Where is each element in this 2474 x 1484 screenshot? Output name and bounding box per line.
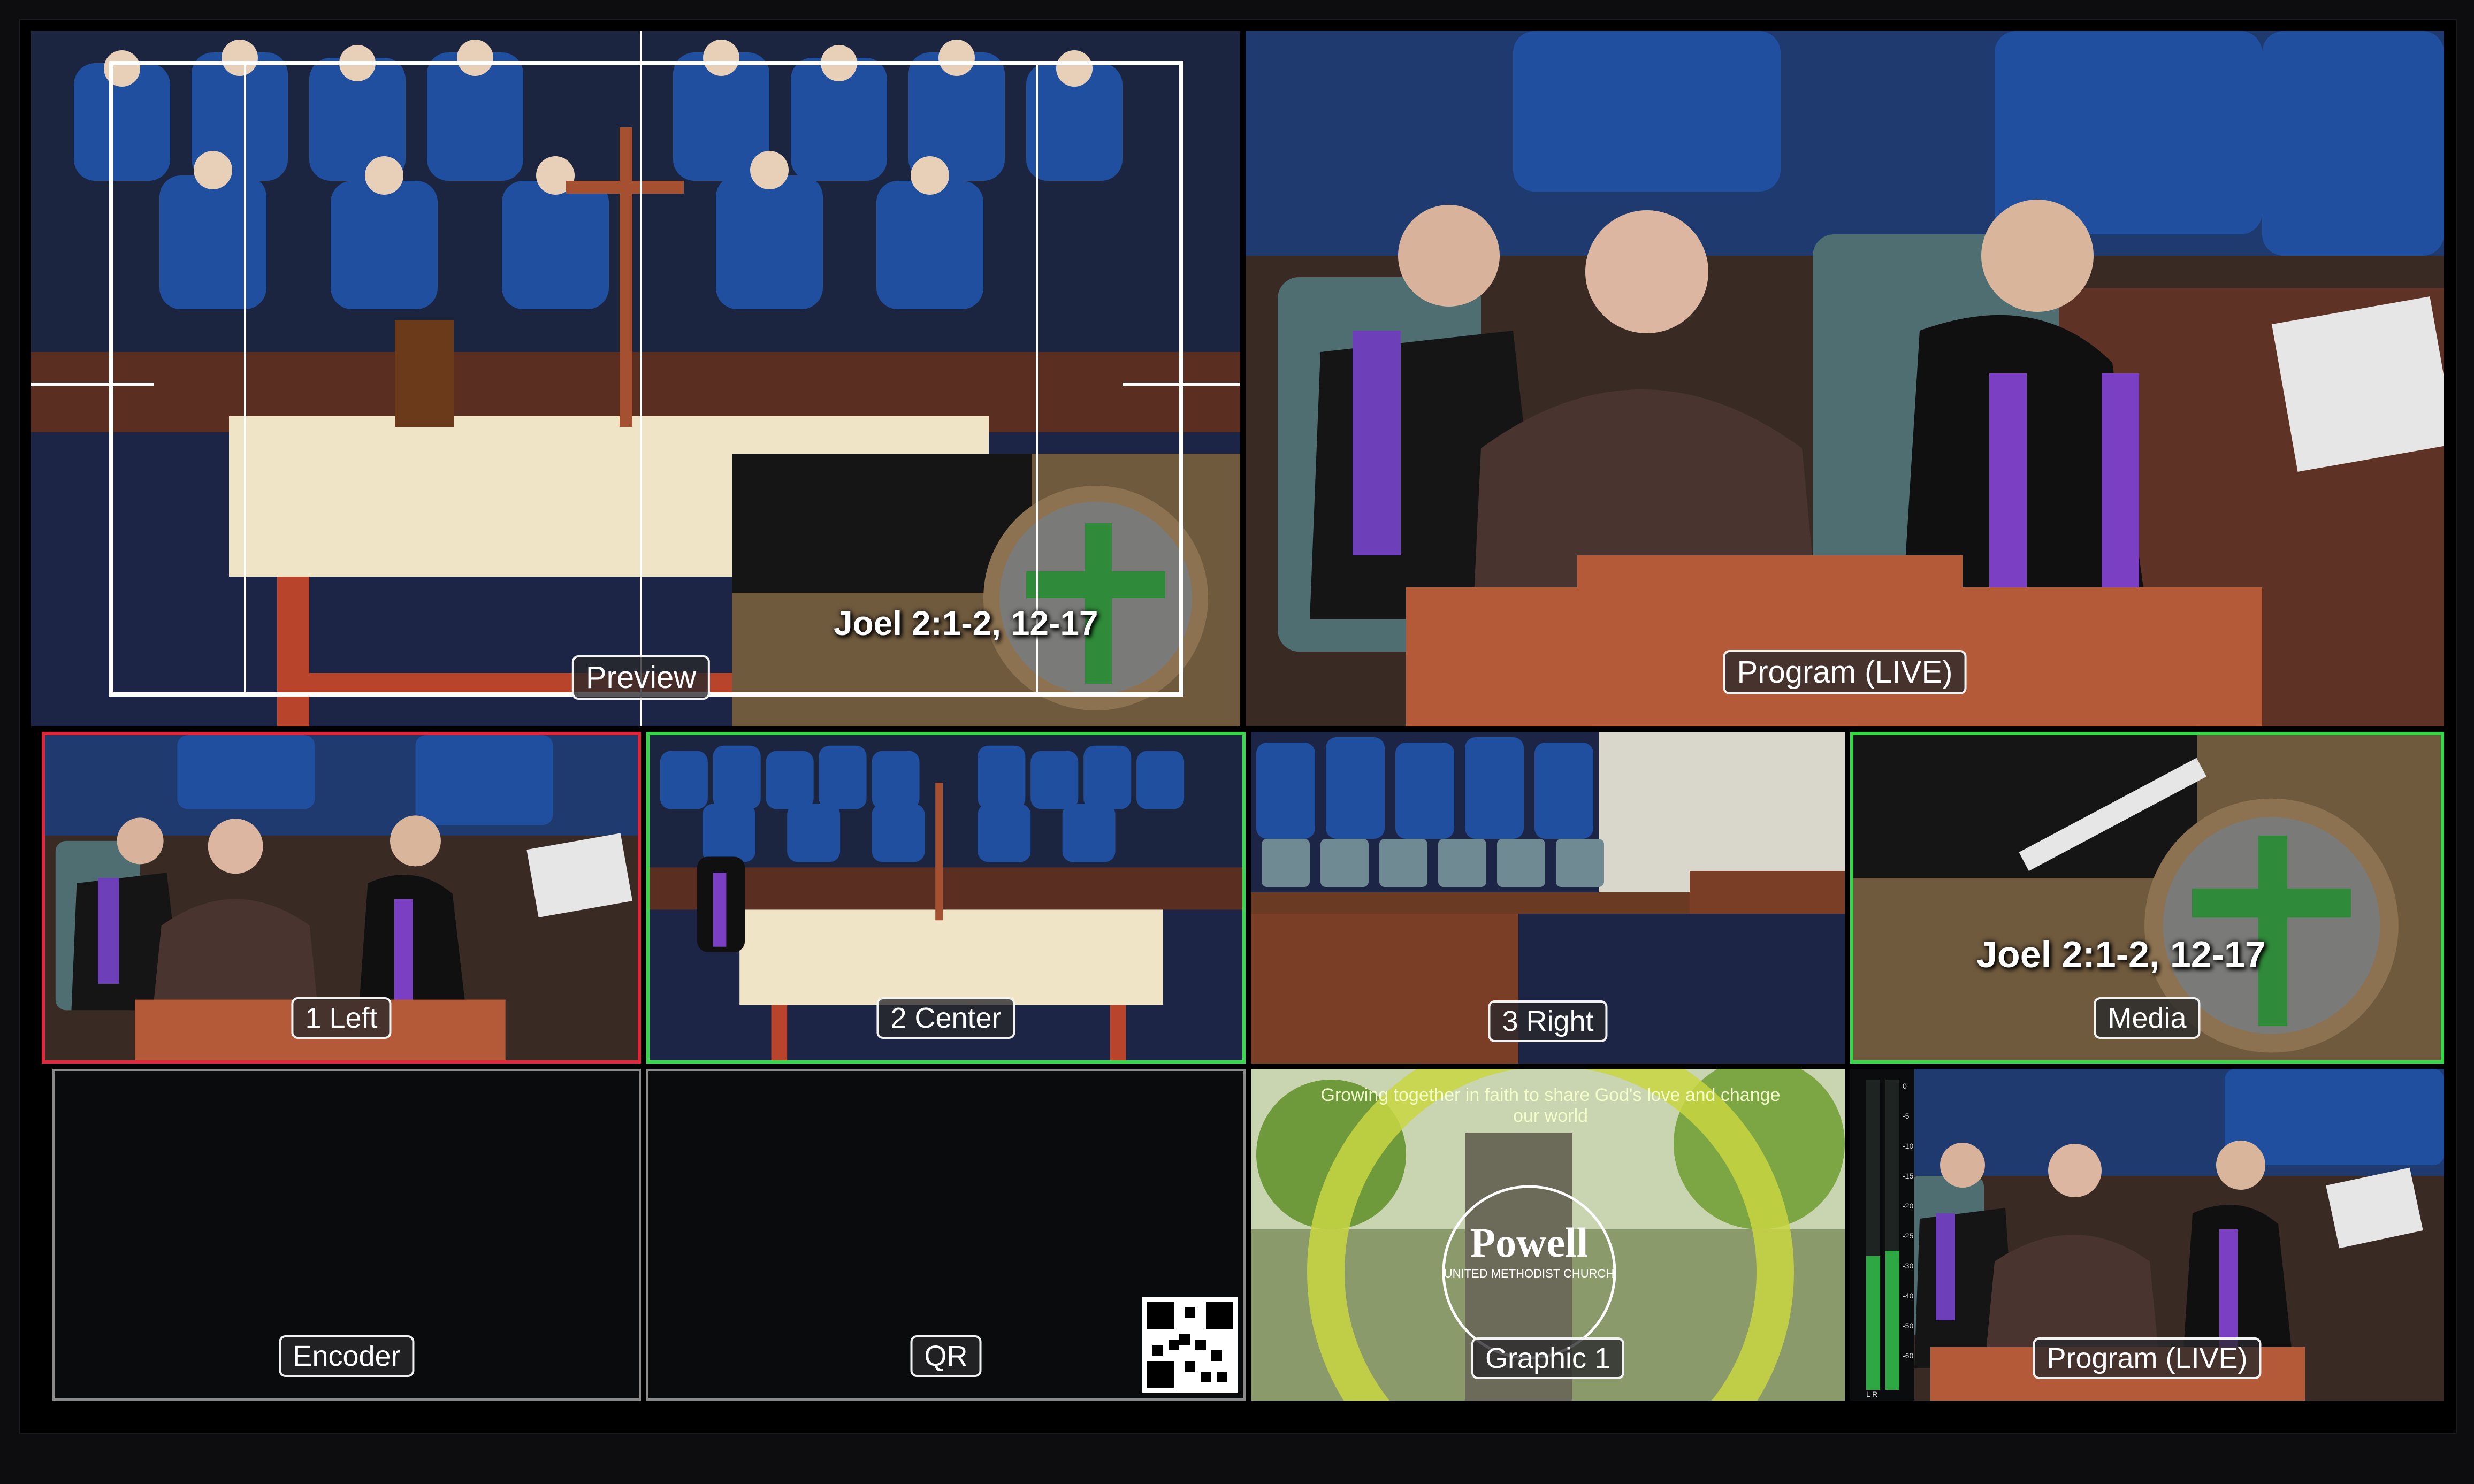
vu-tick-label: -30 [1903,1261,1914,1270]
media-scripture-overlay: Joel 2:1-2, 12-17 [1976,934,2266,975]
church-logo-sub: UNITED METHODIST CHURCH [1444,1267,1615,1280]
qr-tile[interactable]: QR [646,1069,1246,1401]
vu-tick-label: -20 [1903,1202,1914,1210]
multiviewer-screen: Joel 2:1-2, 12-17 Preview Program (LIVE)… [19,19,2457,1434]
program-small-label: Program (LIVE) [2033,1337,2262,1379]
camera-3-right-tile[interactable]: 3 Right [1251,732,1845,1064]
camera-2-label: 2 Center [876,997,1015,1039]
camera-1-left-tile[interactable]: 1 Left [42,732,641,1064]
vu-tick-label: 0 [1903,1082,1907,1090]
program-live-label: Program (LIVE) [1723,650,1967,694]
program-scene [1246,31,2444,726]
vu-tick-label: -40 [1903,1291,1914,1300]
vu-tick-label: -5 [1903,1112,1910,1120]
camera-2-center-tile[interactable]: 2 Center [646,732,1246,1064]
qr-code-icon [1142,1297,1238,1393]
program-small-tile[interactable]: L R Program (LIVE) 0 -5 -10 -15 -20 -25 -30 -40… [1850,1069,2444,1401]
cross-icon [2258,835,2288,1027]
encoder-tile[interactable]: Encoder [52,1069,641,1401]
graphic-1-label: Graphic 1 [1471,1337,1625,1379]
media-label: Media [2094,997,2201,1039]
vu-tick-label: -10 [1903,1142,1914,1150]
camera-3-label: 3 Right [1488,1000,1608,1042]
vu-tick-label: -25 [1903,1231,1914,1240]
preview-tile[interactable]: Joel 2:1-2, 12-17 Preview [31,31,1240,726]
media-tile[interactable]: Joel 2:1-2, 12-17 Media [1850,732,2444,1064]
vu-tick-label: -60 [1903,1351,1914,1360]
preview-scripture-overlay: Joel 2:1-2, 12-17 [834,604,1098,642]
vu-tick-label: -15 [1903,1172,1914,1180]
vu-channel-labels: L R [1866,1390,1878,1398]
church-logo: Powell [1470,1219,1589,1266]
preview-label: Preview [571,655,711,700]
camera-1-label: 1 Left [291,997,392,1039]
encoder-label: Encoder [279,1335,415,1377]
program-live-tile[interactable]: Program (LIVE) [1246,31,2444,726]
vu-tick-label: -50 [1903,1321,1914,1330]
qr-label: QR [910,1335,982,1377]
graphic-1-tile[interactable]: Growing together in faith to share God's… [1251,1069,1845,1401]
graphic-arc-text: Growing together in faith to share God's… [1320,1085,1781,1126]
